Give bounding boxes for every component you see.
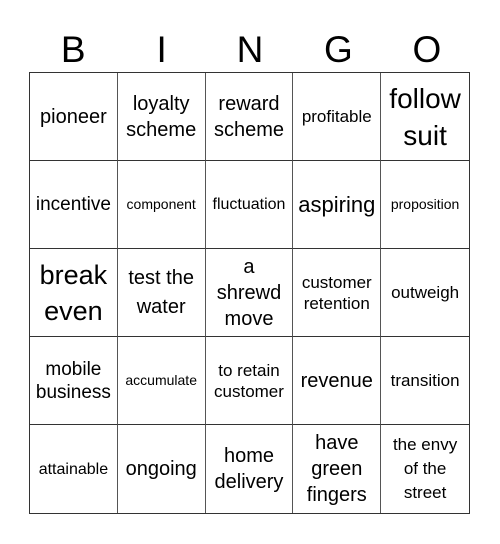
cell-text: aspiring — [298, 191, 376, 217]
cell-text: loyalty scheme — [126, 92, 197, 141]
header-letter-i: I — [156, 29, 167, 70]
cell-text: accumulate — [125, 372, 197, 388]
cell-text: outweigh — [391, 283, 460, 302]
bingo-cell[interactable]: component — [117, 161, 206, 249]
bingo-cell[interactable]: aspiring — [293, 161, 382, 249]
bingo-cell[interactable]: accumulate — [117, 337, 206, 425]
cell-text: fluctuation — [212, 196, 286, 213]
cell-text: follow suit — [389, 82, 461, 151]
bingo-cell[interactable]: attainable — [30, 425, 118, 513]
bingo-cell[interactable]: reward scheme — [205, 73, 294, 161]
cell-text: ongoing — [125, 458, 197, 480]
cell-text: profitable — [301, 107, 372, 126]
cell-text: transition — [390, 371, 460, 390]
cell-text: customer retention — [301, 272, 372, 313]
bingo-cell[interactable]: incentive — [30, 161, 118, 249]
cell-text: home delivery — [214, 445, 284, 493]
bingo-cell[interactable]: home delivery — [206, 425, 294, 513]
bingo-cell[interactable]: outweigh — [381, 249, 469, 337]
cell-text: a shrewd move — [216, 255, 282, 330]
cell-text: attainable — [38, 460, 109, 478]
bingo-cell[interactable]: mobile business — [30, 337, 118, 425]
header-letter-o: O — [412, 29, 442, 70]
cell-text: the envy of the street — [392, 435, 458, 502]
cell-text: pioneer — [40, 105, 107, 128]
bingo-cell[interactable]: test the water — [117, 249, 206, 337]
bingo-cell[interactable]: fluctuation — [205, 161, 294, 249]
header-letter-n: N — [236, 29, 264, 70]
cell-text: revenue — [300, 369, 373, 392]
cell-text: break even — [39, 259, 108, 326]
bingo-cell[interactable]: follow suit — [381, 73, 469, 161]
bingo-grid: pioneer loyalty scheme reward scheme pro… — [29, 72, 470, 514]
bingo-cell[interactable]: to retain customer — [205, 337, 294, 425]
header-letter-g: G — [324, 29, 353, 70]
cell-text: component — [126, 196, 196, 212]
bingo-cell[interactable]: break even — [30, 249, 118, 337]
cell-text: reward scheme — [213, 92, 284, 141]
cell-text: incentive — [35, 194, 111, 215]
cell-text: to retain customer — [214, 360, 284, 401]
bingo-cell[interactable]: loyalty scheme — [117, 73, 206, 161]
bingo-cell[interactable]: a shrewd move — [205, 249, 294, 337]
bingo-cell[interactable]: revenue — [293, 337, 382, 425]
bingo-cell[interactable]: customer retention — [293, 249, 382, 337]
cell-text: test the water — [128, 266, 194, 318]
bingo-cell[interactable]: have green fingers — [293, 425, 382, 513]
header-letter-b: B — [60, 29, 86, 70]
bingo-cell[interactable]: pioneer — [30, 73, 118, 161]
bingo-cell[interactable]: transition — [381, 337, 469, 425]
bingo-cell[interactable]: ongoing — [118, 425, 206, 513]
cell-text: mobile business — [35, 358, 111, 403]
bingo-cell[interactable]: the envy of the street — [381, 425, 469, 513]
bingo-cell[interactable]: proposition — [381, 161, 469, 249]
bingo-cell[interactable]: profitable — [293, 73, 382, 161]
bingo-header: B I N G O — [29, 28, 471, 72]
cell-text: proposition — [390, 196, 460, 212]
cell-text: have green fingers — [306, 432, 367, 506]
